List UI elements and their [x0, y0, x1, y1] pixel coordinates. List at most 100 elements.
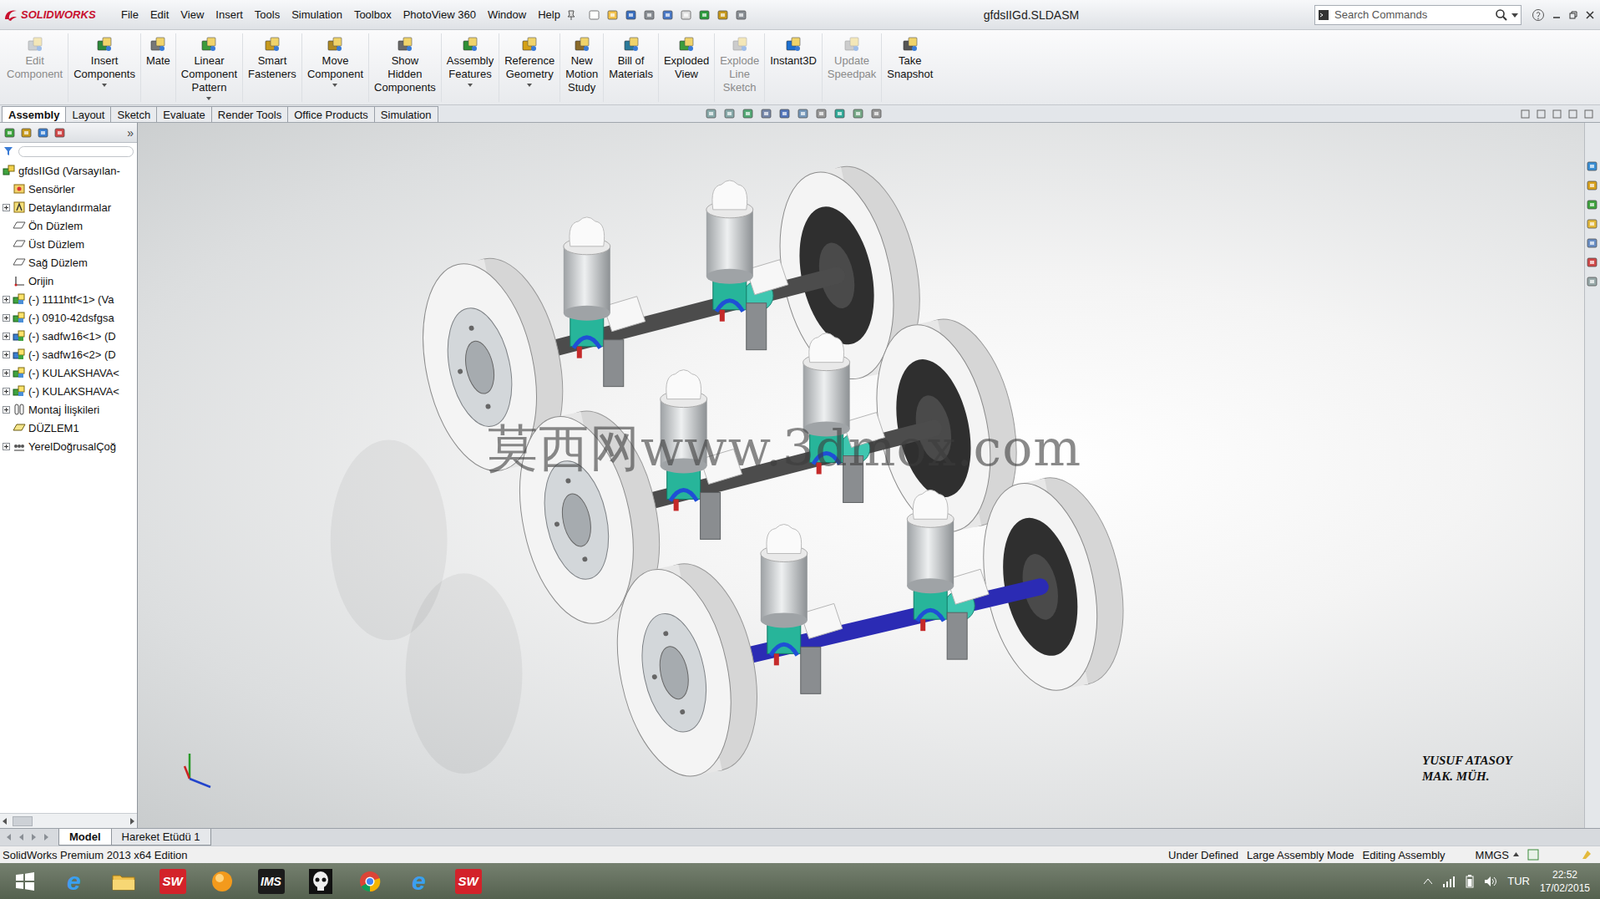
menu-item[interactable]: Window [481, 8, 532, 21]
model-tab[interactable]: Model [58, 828, 112, 846]
app-skull-icon[interactable] [308, 868, 333, 894]
language-indicator[interactable]: TUR [1507, 874, 1530, 887]
app-sun-icon[interactable] [209, 868, 235, 894]
manager-tab-icon[interactable] [53, 126, 67, 140]
command-button[interactable]: SmartFasteners [242, 33, 302, 102]
view-tool-icon[interactable] [870, 106, 884, 121]
menu-item[interactable]: View [174, 8, 210, 21]
command-button[interactable]: Mate [140, 33, 176, 102]
view-tool-icon[interactable] [778, 106, 792, 121]
manager-tab-icon[interactable] [36, 126, 51, 140]
tree-item[interactable]: (-) 0910-42dsfgsa [0, 308, 137, 327]
more-button[interactable]: » [126, 126, 134, 140]
quick-access-icon[interactable] [661, 8, 675, 22]
windows-start-icon[interactable] [14, 870, 36, 892]
taskbar-app[interactable] [295, 862, 345, 899]
quick-access-icon[interactable] [624, 8, 638, 22]
command-tab[interactable]: Assembly [1, 106, 66, 122]
view-tool-icon[interactable] [741, 106, 755, 121]
tray-arrow-icon[interactable] [1423, 877, 1433, 885]
tree-item[interactable]: (-) sadfw16<1> (D [0, 326, 137, 345]
task-pane-icon[interactable] [1585, 217, 1600, 231]
document-control-icon[interactable] [1584, 109, 1594, 119]
quick-access-icon[interactable] [698, 8, 712, 22]
tab-nav-icon[interactable] [17, 832, 26, 841]
command-button[interactable]: ReferenceGeometry [498, 33, 560, 102]
quick-access-icon[interactable] [716, 8, 730, 22]
tab-nav-icon[interactable] [5, 832, 13, 841]
tree-item[interactable]: DÜZLEM1 [0, 418, 137, 437]
taskbar-app[interactable] [344, 862, 395, 899]
command-button[interactable]: LinearComponentPattern [175, 33, 243, 102]
minimize-icon[interactable] [1551, 10, 1562, 21]
quick-access-icon[interactable] [606, 8, 620, 22]
expand-icon[interactable] [2, 203, 11, 212]
document-control-icon[interactable] [1552, 109, 1562, 119]
dropdown-icon[interactable] [1511, 11, 1519, 19]
dropdown-arrow-icon[interactable] [332, 83, 338, 87]
tree-item[interactable]: Detaylandırmalar [0, 197, 137, 217]
search-box[interactable] [1314, 5, 1522, 26]
manager-tab-icon[interactable] [3, 126, 17, 140]
tree-item[interactable]: Üst Düzlem [0, 234, 137, 254]
tree-item[interactable]: (-) KULAKSHAVA< [0, 381, 137, 400]
command-button[interactable]: Bill ofMaterials [602, 33, 659, 102]
expand-icon[interactable] [2, 442, 11, 451]
task-pane-icon[interactable] [1585, 178, 1600, 193]
tree-item[interactable]: gfdsIIGd (Varsayılan- [0, 161, 137, 180]
quick-access-icon[interactable] [679, 8, 694, 22]
menu-item[interactable]: Simulation [285, 8, 349, 21]
expand-icon[interactable] [2, 295, 11, 304]
quick-access-icon[interactable] [587, 8, 602, 22]
magnifier-icon[interactable] [1494, 8, 1509, 22]
menu-item[interactable]: PhotoView 360 [397, 8, 482, 21]
scroll-left-icon[interactable] [2, 817, 8, 825]
taskbar-app[interactable] [197, 862, 247, 899]
expand-icon[interactable] [2, 313, 11, 322]
search-input[interactable] [1332, 7, 1492, 22]
expand-icon[interactable] [2, 332, 11, 340]
tree-item[interactable]: YerelDoğrusalÇoğ [0, 436, 137, 456]
status-help-icon[interactable] [1527, 848, 1540, 861]
menu-item[interactable]: Insert [209, 8, 249, 21]
horizontal-scrollbar[interactable] [0, 812, 137, 828]
tree-item[interactable]: Ön Düzlem [0, 216, 137, 235]
close-icon[interactable] [1584, 10, 1595, 21]
menu-item[interactable]: Toolbox [348, 8, 398, 21]
folder-icon[interactable] [111, 870, 137, 892]
expand-icon[interactable] [2, 369, 11, 377]
chrome-icon[interactable] [358, 869, 382, 893]
clock[interactable]: 22:5217/02/2015 [1539, 867, 1590, 895]
expand-icon[interactable] [2, 350, 11, 359]
taskbar-app[interactable] [0, 862, 50, 899]
tab-nav-icon[interactable] [42, 832, 51, 841]
solidworks-icon[interactable]: SW [159, 868, 187, 894]
command-button[interactable]: UpdateSpeedpak [821, 33, 882, 102]
command-tab[interactable]: Evaluate [156, 106, 213, 122]
tree-item[interactable]: Sağ Düzlem [0, 253, 137, 272]
help-icon[interactable] [1531, 8, 1545, 22]
menu-item[interactable]: File [115, 8, 145, 21]
taskbar-app[interactable]: IMS [246, 862, 296, 899]
task-pane-icon[interactable] [1585, 159, 1600, 173]
command-tab[interactable]: Render Tools [211, 106, 289, 122]
command-button[interactable]: ShowHiddenComponents [368, 33, 441, 102]
solidworks-icon[interactable]: SW [455, 868, 482, 894]
view-tool-icon[interactable] [833, 106, 847, 121]
command-tab[interactable]: Sketch [110, 106, 157, 122]
command-tab[interactable]: Layout [65, 106, 112, 122]
dropdown-arrow-icon[interactable] [467, 83, 473, 87]
task-pane-icon[interactable] [1585, 274, 1600, 289]
menu-item[interactable]: Edit [144, 8, 175, 21]
view-tool-icon[interactable] [759, 106, 774, 121]
taskbar-app[interactable]: SW [147, 862, 198, 899]
filter-field[interactable] [18, 146, 134, 157]
signal-icon[interactable] [1442, 875, 1456, 887]
tree-item[interactable]: Sensörler [0, 179, 137, 198]
dropdown-arrow-icon[interactable] [101, 83, 107, 87]
view-tool-icon[interactable] [704, 106, 719, 121]
scroll-right-icon[interactable] [129, 817, 135, 825]
logo[interactable]: SOLIDWORKS [0, 8, 116, 22]
ie-icon[interactable]: e [60, 868, 88, 894]
document-control-icon[interactable] [1520, 109, 1530, 119]
